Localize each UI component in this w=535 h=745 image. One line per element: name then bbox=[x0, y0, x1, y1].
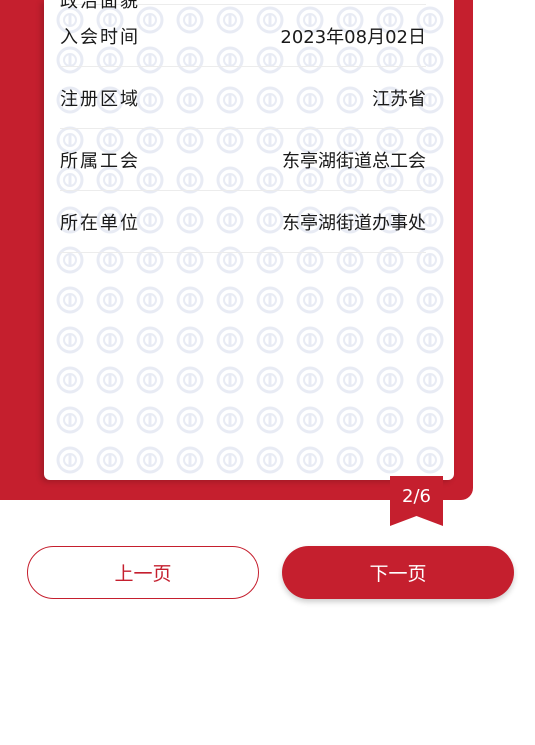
info-row-region: 注册区域 江苏省 bbox=[60, 67, 426, 129]
info-row-union: 所属工会 东亭湖街道总工会 bbox=[60, 129, 426, 191]
prev-page-button[interactable]: 上一页 bbox=[27, 546, 259, 599]
row-label: 注册区域 bbox=[60, 88, 140, 110]
page-indicator-bookmark: 2/6 bbox=[390, 476, 443, 526]
info-row-employer: 所在单位 东亭湖街道办事处 bbox=[60, 191, 426, 253]
row-value: 江苏省 bbox=[372, 88, 426, 110]
row-label: 所属工会 bbox=[60, 150, 140, 172]
row-value: 东亭湖街道总工会 bbox=[282, 150, 426, 172]
info-rows: 政治面貌 入会时间 2023年08月02日 注册区域 江苏省 所属工会 东亭湖街… bbox=[60, 0, 426, 253]
next-page-button[interactable]: 下一页 bbox=[282, 546, 514, 599]
row-label: 入会时间 bbox=[60, 26, 140, 48]
row-label: 所在单位 bbox=[60, 212, 140, 234]
row-value: 2023年08月02日 bbox=[280, 26, 426, 48]
info-row-join-date: 入会时间 2023年08月02日 bbox=[60, 5, 426, 67]
member-card-page: 政治面貌 入会时间 2023年08月02日 注册区域 江苏省 所属工会 东亭湖街… bbox=[44, 0, 454, 480]
row-value: 东亭湖街道办事处 bbox=[282, 212, 426, 234]
